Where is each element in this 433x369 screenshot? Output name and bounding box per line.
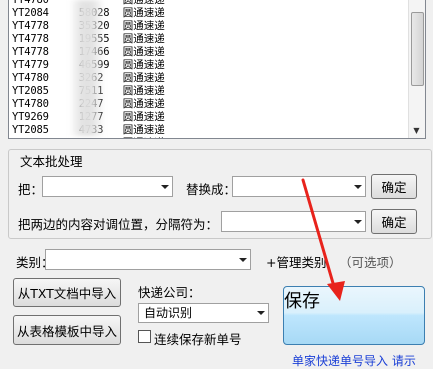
replace-to-combo[interactable] [232,176,366,197]
carrier-name: 圆通速递 [122,85,165,97]
save-button[interactable]: 保存 [283,286,425,345]
chevron-down-icon [257,311,265,315]
tracking-number-tail: 222 [79,137,119,138]
import-table-button[interactable]: 从表格模板中导入 [13,315,121,345]
tracking-number: YT4778 [12,33,49,45]
tracking-number: YT4778 [12,46,49,58]
tracking-number: YT4778 [12,20,49,32]
tracking-number: YT4780 [12,137,49,138]
carrier-name: 圆通速递 [122,59,165,71]
replace-confirm-button[interactable]: 确定 [371,174,417,199]
tracking-number: YT4780 [12,98,49,110]
chevron-down-icon [354,184,362,189]
replace-from-combo[interactable] [42,176,173,197]
continue-save-checkbox[interactable] [138,330,151,343]
carrier-name: 圆通速递 [122,98,165,110]
courier-selected: 自动识别 [144,306,193,320]
carrier-name: 圆通速递 [122,111,165,123]
tracking-number: YT2084 [12,7,49,19]
courier-combo[interactable]: 自动识别 [138,303,269,323]
tracking-list[interactable]: YT4780圆通速递YT208458028圆通速递YT477835320圆通速递… [8,0,426,139]
continue-save-label: 连续保存新单号 [154,332,242,347]
replace-to-label: 替换成： [186,182,237,197]
optional-hint: （可选项） [339,255,402,270]
list-item[interactable]: YT4780 222 圆通速递 [12,137,165,138]
carrier-name: 圆通速递 [122,0,165,6]
replace-from-label: 把： [18,182,44,197]
carrier-name: 圆通速递 [122,124,165,136]
tracking-number: YT2085 [12,85,49,97]
carrier-name: 圆通速递 [122,20,165,32]
privacy-blur [69,0,105,136]
courier-label: 快递公司： [138,285,201,300]
carrier-name: 圆通速递 [122,46,165,58]
swap-label: 把两边的内容对调位置，分隔符为： [18,217,219,232]
tracking-number: YT4780 [12,0,49,6]
chevron-down-icon [354,219,362,224]
list-scrollbar[interactable]: ▼ [408,0,425,138]
category-combo[interactable] [45,249,251,270]
scrollbar-thumb[interactable] [411,12,424,86]
tracking-number: YT4780 [12,72,49,84]
manage-category-link[interactable]: +管理类别 [266,252,326,271]
scroll-down-arrow-icon[interactable]: ▼ [411,124,422,136]
separator-combo[interactable] [221,211,366,232]
carrier-name: 圆通速递 [123,137,165,138]
chevron-down-icon [161,184,169,189]
tracking-number: YT4779 [12,59,49,71]
batch-group-title: 文本批处理 [18,151,85,170]
carrier-name: 圆通速递 [122,33,165,45]
tracking-number: YT9269 [12,111,49,123]
import-help-link[interactable]: 单家快递单号导入 请示 [292,352,416,369]
carrier-name: 圆通速递 [122,7,165,19]
tracking-number: YT2085 [12,124,49,136]
import-txt-button[interactable]: 从TXT文档中导入 [13,278,121,307]
swap-confirm-button[interactable]: 确定 [371,209,417,234]
carrier-name: 圆通速递 [122,72,165,84]
chevron-down-icon [239,257,247,262]
